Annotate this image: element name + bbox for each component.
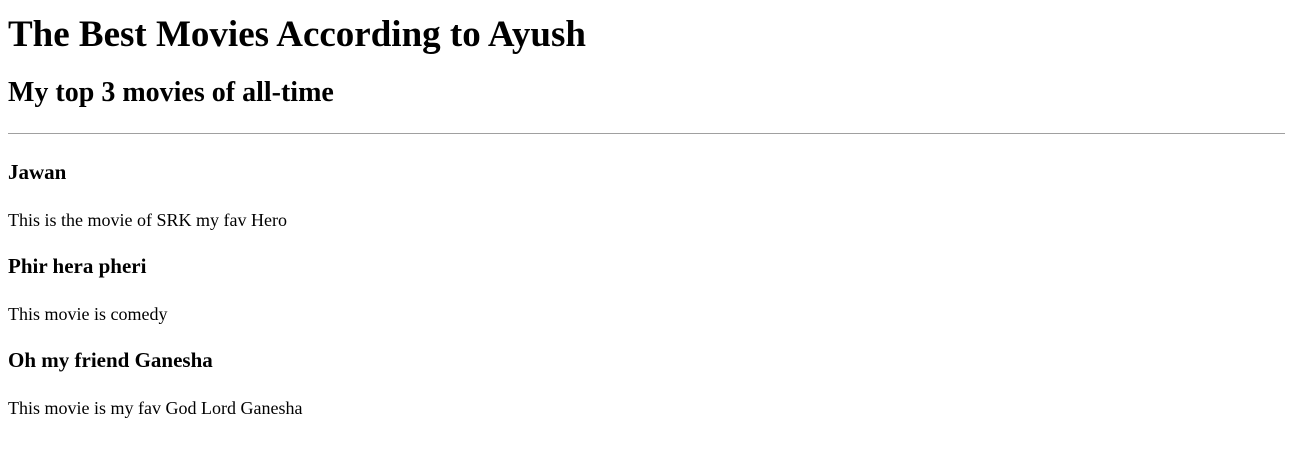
page-content: The Best Movies According to Ayush My to… (0, 0, 1293, 460)
movie-title: Phir hera pheri (8, 254, 147, 278)
movie-item-jawan: Jawan This is the movie of SRK my fav He… (8, 134, 1285, 231)
movie-description: This movie is comedy (8, 304, 168, 324)
movie-description: This movie is my fav God Lord Ganesha (8, 398, 303, 418)
movie-title: Oh my friend Ganesha (8, 348, 213, 372)
movie-item-phir-hera-pheri: Phir hera pheri This movie is comedy (8, 231, 1285, 325)
page-title: The Best Movies According to Ayush (8, 14, 586, 55)
movie-list: Jawan This is the movie of SRK my fav He… (8, 134, 1285, 419)
page-subtitle: My top 3 movies of all-time (8, 77, 334, 108)
movie-description: This is the movie of SRK my fav Hero (8, 210, 287, 230)
movie-title: Jawan (8, 160, 67, 184)
movie-item-oh-my-friend-ganesha: Oh my friend Ganesha This movie is my fa… (8, 325, 1285, 419)
